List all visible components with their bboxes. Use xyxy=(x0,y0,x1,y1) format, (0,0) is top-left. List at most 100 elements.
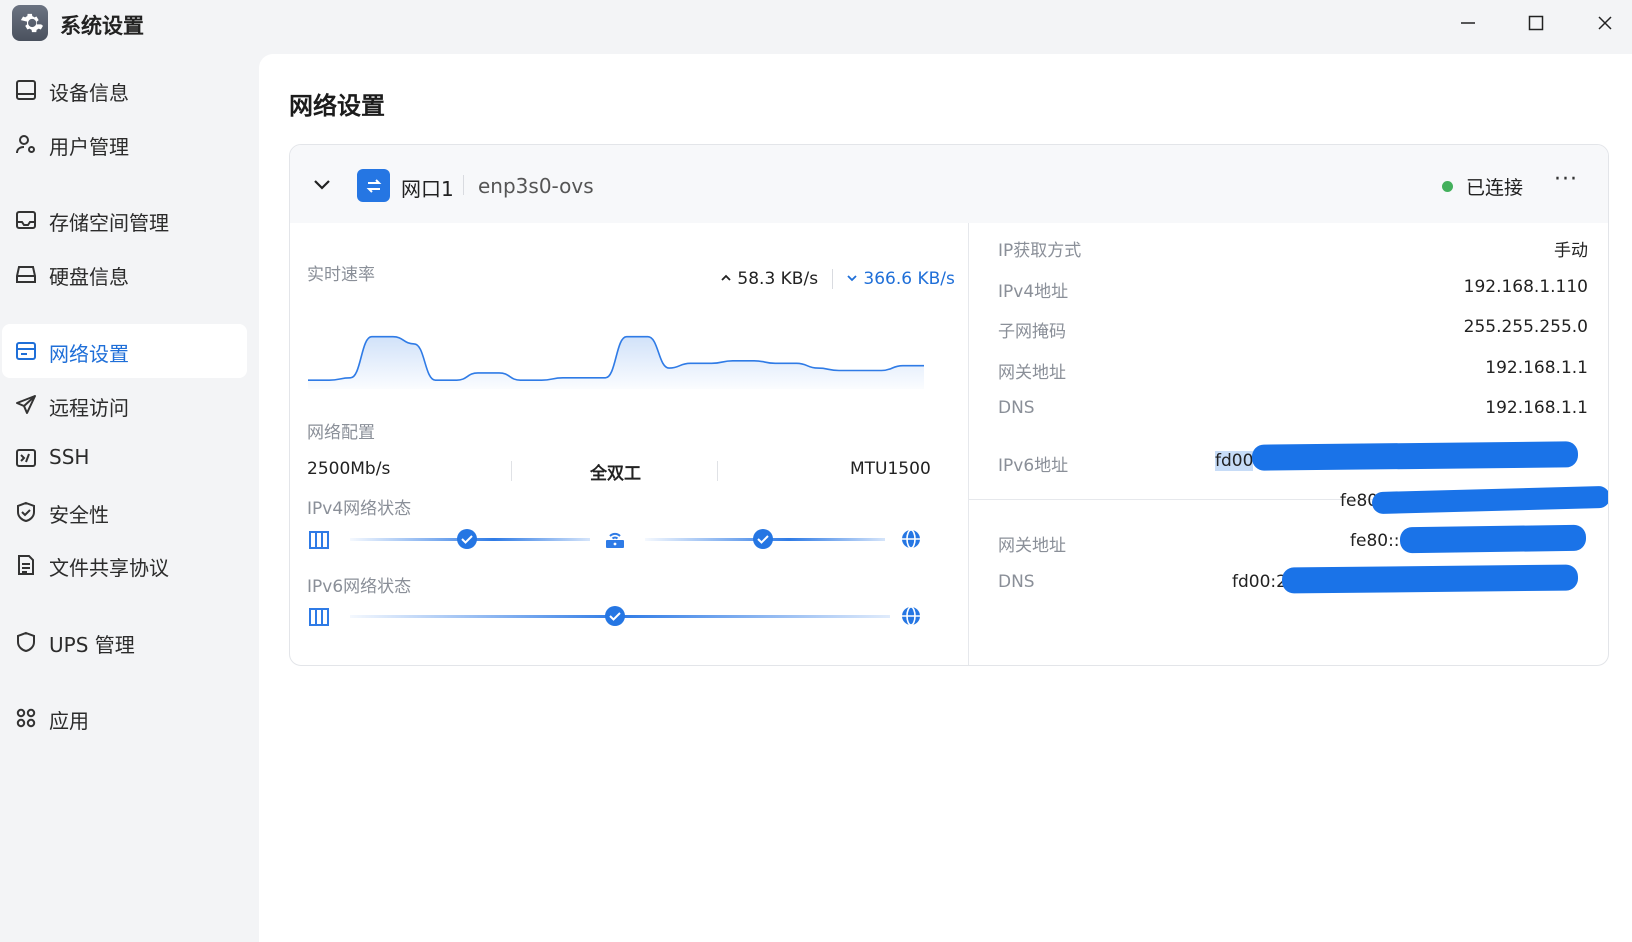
ipv4-address-value: 192.168.1.110 xyxy=(1463,277,1588,297)
main-panel: 网络设置 网口1 enp3s0-ovs 已连接 ··· 实时速率 58.3 KB… xyxy=(259,54,1632,942)
sidebar-item-label: SSH xyxy=(49,445,90,469)
sidebar-item-label: UPS 管理 xyxy=(49,633,135,657)
sidebar-item-label: 网络设置 xyxy=(49,342,129,366)
speed-chart xyxy=(308,335,924,389)
maximize-icon xyxy=(1528,15,1544,31)
divider xyxy=(511,461,512,481)
apps-icon xyxy=(16,708,36,728)
ipv4-dns-label: DNS xyxy=(998,398,1035,418)
selected-text: fd00 xyxy=(1215,451,1254,471)
ipv6-address-label: IPv6地址 xyxy=(998,456,1069,476)
more-options-button[interactable]: ··· xyxy=(1554,167,1578,192)
sidebar-item-network[interactable]: 网络设置 xyxy=(2,324,247,378)
maximize-button[interactable] xyxy=(1516,8,1556,38)
divider xyxy=(463,175,464,195)
minimize-button[interactable] xyxy=(1448,8,1488,38)
gear-icon xyxy=(12,5,48,41)
sidebar-item-disk-info[interactable]: 硬盘信息 xyxy=(2,247,247,301)
storage-icon xyxy=(16,211,36,229)
redaction-scribble xyxy=(1399,524,1587,554)
sidebar-item-apps[interactable]: 应用 xyxy=(2,691,247,745)
interface-name: 网口1 xyxy=(401,177,454,201)
shield-check-icon xyxy=(17,501,35,523)
sidebar-item-label: 硬盘信息 xyxy=(49,265,129,289)
window-title: 系统设置 xyxy=(60,14,144,38)
sidebar-item-ssh[interactable]: SSH xyxy=(2,431,247,485)
sidebar-item-ups[interactable]: UPS 管理 xyxy=(2,615,247,669)
globe-icon xyxy=(902,606,920,626)
ipv4-dns-value: 192.168.1.1 xyxy=(1485,398,1588,418)
sidebar-item-label: 用户管理 xyxy=(49,135,129,159)
sidebar-item-label: 文件共享协议 xyxy=(49,556,169,580)
ipv4-status-label: IPv4网络状态 xyxy=(307,499,412,519)
server-icon xyxy=(309,531,329,549)
realtime-label: 实时速率 xyxy=(307,265,375,285)
title-bar: 系统设置 xyxy=(0,0,1632,48)
download-speed: 366.6 KB/s xyxy=(846,269,955,289)
monitor-icon xyxy=(16,80,36,100)
config-label: 网络配置 xyxy=(307,423,375,443)
sidebar-item-storage[interactable]: 存储空间管理 xyxy=(2,193,247,247)
close-button[interactable] xyxy=(1585,8,1625,38)
ipv4-gateway-value: 192.168.1.1 xyxy=(1485,358,1588,378)
duplex-mode: 全双工 xyxy=(590,464,641,484)
minimize-icon xyxy=(1461,22,1475,24)
upload-speed-value: 58.3 KB/s xyxy=(737,269,819,289)
ipv6-gateway-value: fe80:: xyxy=(1350,531,1400,551)
sidebar-item-user-management[interactable]: 用户管理 xyxy=(2,117,247,171)
sidebar-item-device-info[interactable]: 设备信息 xyxy=(2,63,247,117)
download-speed-value: 366.6 KB/s xyxy=(863,269,955,289)
ip-method-value: 手动 xyxy=(1554,241,1588,261)
sidebar-item-label: 远程访问 xyxy=(49,396,129,420)
speed-area xyxy=(308,336,924,389)
sidebar-item-label: 应用 xyxy=(49,709,89,733)
globe-icon xyxy=(902,529,920,549)
link-speed: 2500Mb/s xyxy=(307,459,391,479)
disk-icon xyxy=(16,266,36,283)
ipv6-gateway-label: 网关地址 xyxy=(998,536,1066,556)
status-badge: 已连接 xyxy=(1466,177,1524,199)
ipv6-dns-label: DNS xyxy=(998,572,1035,592)
sidebar-item-file-sharing[interactable]: 文件共享协议 xyxy=(2,538,247,592)
network-icon xyxy=(16,342,36,360)
ipv4-gateway-label: 网关地址 xyxy=(998,363,1066,383)
send-icon xyxy=(16,395,36,414)
subnet-mask-value: 255.255.255.0 xyxy=(1463,317,1588,337)
document-icon xyxy=(18,555,34,575)
subnet-mask-label: 子网掩码 xyxy=(998,322,1066,342)
ip-method-label: IP获取方式 xyxy=(998,241,1082,261)
divider xyxy=(717,461,718,481)
upload-speed: 58.3 KB/s xyxy=(720,269,818,289)
mtu-value: MTU1500 xyxy=(850,459,931,479)
swap-arrows-icon xyxy=(357,169,390,202)
redaction-scribble xyxy=(1371,485,1608,515)
interface-device: enp3s0-ovs xyxy=(478,174,594,198)
check-circle-icon xyxy=(457,529,477,549)
check-circle-icon xyxy=(753,529,773,549)
page-title: 网络设置 xyxy=(289,92,385,120)
ipv6-status-label: IPv6网络状态 xyxy=(307,577,412,597)
divider xyxy=(832,269,833,289)
ipv6-dns-value: fd00:2 xyxy=(1232,572,1287,592)
status-dot xyxy=(1442,181,1453,192)
router-icon xyxy=(606,532,624,548)
user-gear-icon xyxy=(16,135,35,154)
sidebar-item-label: 安全性 xyxy=(49,503,109,527)
sidebar-item-remote-access[interactable]: 远程访问 xyxy=(2,378,247,432)
ipv4-address-label: IPv4地址 xyxy=(998,282,1069,302)
sidebar-item-label: 存储空间管理 xyxy=(49,211,169,235)
sidebar-item-security[interactable]: 安全性 xyxy=(2,485,247,539)
interface-card: 网口1 enp3s0-ovs 已连接 ··· 实时速率 58.3 KB/s 36… xyxy=(289,144,1609,666)
terminal-icon xyxy=(16,449,36,467)
arrow-up-icon xyxy=(721,274,731,281)
close-icon xyxy=(1598,16,1612,30)
server-icon xyxy=(309,608,329,626)
sidebar-item-label: 设备信息 xyxy=(49,81,129,105)
check-circle-icon xyxy=(605,606,625,626)
arrow-down-icon xyxy=(847,275,857,282)
chevron-down-icon[interactable] xyxy=(310,172,334,196)
redaction-scribble xyxy=(1281,564,1579,594)
interface-header[interactable]: 网口1 enp3s0-ovs 已连接 ··· xyxy=(290,145,1608,223)
divider xyxy=(968,223,969,665)
redaction-scribble xyxy=(1251,441,1579,471)
